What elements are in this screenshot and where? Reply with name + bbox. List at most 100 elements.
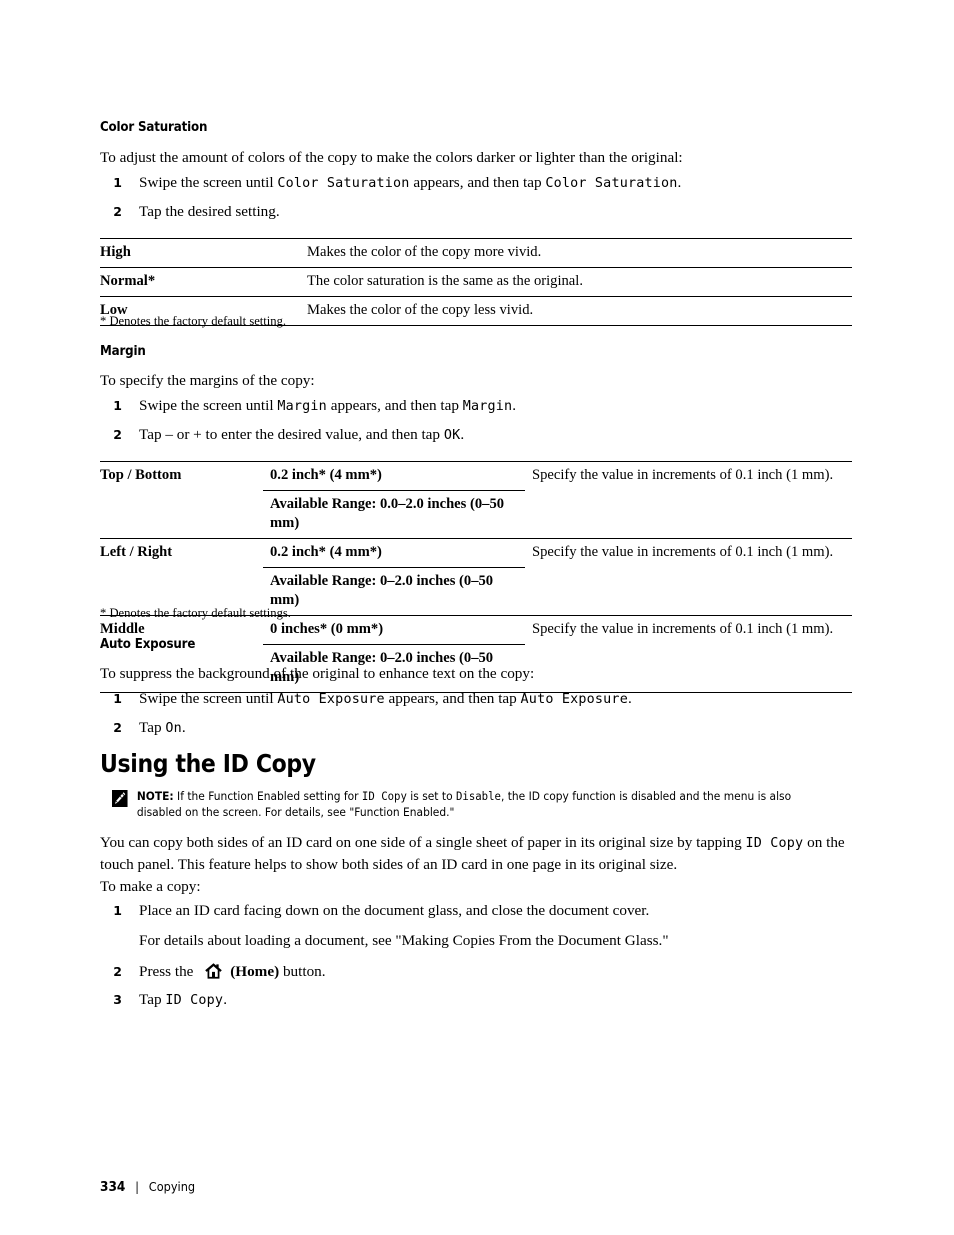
list-item: 2 Tap On. <box>100 717 852 739</box>
steps-color-saturation: 1 Swipe the screen until Color Saturatio… <box>100 172 852 222</box>
list-item: 1 Swipe the screen until Margin appears,… <box>100 395 852 417</box>
ui-label-margin: Margin <box>277 399 327 414</box>
ui-label-id-copy: ID Copy <box>745 836 804 851</box>
ui-label-ok: OK <box>443 427 461 443</box>
table-cell-description: Makes the color of the copy more vivid. <box>307 244 542 260</box>
footer-page-number: 334 <box>100 1179 126 1195</box>
step-text: Tap ID Copy. <box>122 989 852 1011</box>
step-number: 1 <box>113 903 122 918</box>
step-number: 2 <box>113 426 122 442</box>
steps-auto-exposure: 1 Swipe the screen until Auto Exposure a… <box>100 688 852 738</box>
step-number: 2 <box>113 964 122 980</box>
step-text-pre: Swipe the screen until <box>139 690 278 707</box>
step-text-pre: Tap <box>139 718 166 736</box>
ui-label-auto-exposure: Auto Exposure <box>277 692 385 707</box>
table-cell-label: High <box>100 244 131 260</box>
step-text-mid: appears, and then tap <box>326 397 463 414</box>
step-text: Swipe the screen until Auto Exposure app… <box>122 688 852 710</box>
step-text-post: . <box>627 690 632 707</box>
ui-label-id-copy: ID Copy <box>165 992 224 1008</box>
ui-label-margin-2: Margin <box>462 399 513 414</box>
ui-label-disable: Disable <box>455 789 501 803</box>
step-text-post: . <box>512 397 517 414</box>
list-item: 1 Place an ID card facing down on the do… <box>100 900 852 922</box>
note-text: NOTE: If the Function Enabled setting fo… <box>137 789 793 820</box>
paragraph-part-a: You can copy both sides of an ID card on… <box>100 834 746 851</box>
step-text: Swipe the screen until Color Saturation … <box>122 172 852 194</box>
paragraph-id-copy-description: You can copy both sides of an ID card on… <box>100 832 852 875</box>
paragraph-to-make-a-copy: To make a copy: <box>100 876 852 898</box>
table-cell-description: Specify the value in increments of 0.1 i… <box>525 537 852 616</box>
ui-label-id-copy: ID Copy <box>361 789 407 803</box>
table-row: High Makes the color of the copy more vi… <box>100 238 852 268</box>
list-item: 2 Tap – or + to enter the desired value,… <box>100 424 852 446</box>
section-auto-exposure: Auto Exposure <box>100 637 852 652</box>
table-cell-value: 0.2 inch* (4 mm*) <box>263 461 525 491</box>
step-text: Tap On. <box>122 717 852 739</box>
steps-margin: 1 Swipe the screen until Margin appears,… <box>100 395 852 445</box>
footer-chapter-title: Copying <box>148 1179 196 1194</box>
note-callout: NOTE: If the Function Enabled setting fo… <box>112 789 852 820</box>
step-sub-text: For details about loading a document, se… <box>139 931 669 949</box>
step-text-post: . <box>223 990 227 1008</box>
section-color-saturation: Color Saturation <box>100 120 852 135</box>
step-text-post: . <box>460 425 465 443</box>
table-cell-label: Top / Bottom <box>100 461 263 539</box>
ui-label-on: On <box>165 720 182 736</box>
step-text-post: . <box>181 718 186 736</box>
section-id-copy: Using the ID Copy <box>100 750 852 778</box>
list-item: 1 Swipe the screen until Auto Exposure a… <box>100 688 852 710</box>
table-cell-description: The color saturation is the same as the … <box>307 272 583 289</box>
table-cell-label: Normal* <box>100 272 156 289</box>
step-text-pre: Press the <box>139 963 198 981</box>
step-number: 2 <box>113 203 122 219</box>
step-text: Swipe the screen until Margin appears, a… <box>122 395 852 417</box>
step-text: Place an ID card facing down on the docu… <box>139 902 650 919</box>
step-text-pre: Swipe the screen until <box>139 397 278 414</box>
margin-settings-table: Top / Bottom 0.2 inch* (4 mm*) Specify t… <box>100 461 852 693</box>
note-text-1: If the Function Enabled setting for <box>173 789 362 803</box>
document-page: Color Saturation To adjust the amount of… <box>100 0 852 1235</box>
list-item: 3 Tap ID Copy. <box>100 989 852 1011</box>
list-item: 2 Tap the desired setting. <box>100 201 852 223</box>
footer-separator: | <box>135 1180 139 1194</box>
step-text-pre: Tap – or + to enter the desired value, a… <box>139 425 444 443</box>
step-number: 2 <box>113 719 122 735</box>
footnote-text: * Denotes the factory default settings. <box>100 606 291 620</box>
table-row: Left / Right 0.2 inch* (4 mm*) Specify t… <box>100 537 852 616</box>
footnote-margin: * Denotes the factory default settings. <box>100 605 852 621</box>
heading-auto-exposure: Auto Exposure <box>100 636 196 652</box>
note-pencil-icon <box>112 790 128 807</box>
ui-label-color-saturation-2: Color Saturation <box>545 176 678 191</box>
footnote-text: * Denotes the factory default setting. <box>100 314 287 328</box>
step-number: 1 <box>113 691 122 706</box>
note-label: NOTE: <box>136 789 174 803</box>
section-margin: Margin <box>100 344 852 359</box>
list-item: 1 Swipe the screen until Color Saturatio… <box>100 172 852 194</box>
paragraph-text: To specify the margins of the copy: <box>100 372 315 389</box>
step-text-mid: appears, and then tap <box>384 690 521 707</box>
footnote-color-saturation: * Denotes the factory default setting. <box>100 313 852 329</box>
table-cell-range: Available Range: 0.0–2.0 inches (0–50 mm… <box>270 495 505 531</box>
paragraph-text: To suppress the background of the origin… <box>100 665 535 682</box>
intro-margin: To specify the margins of the copy: <box>100 370 852 392</box>
table-cell-label: Left / Right <box>100 537 263 616</box>
paragraph-text: To adjust the amount of colors of the co… <box>100 149 683 166</box>
step-text-post: button. <box>279 963 326 981</box>
heading-margin: Margin <box>100 343 146 359</box>
intro-color-saturation: To adjust the amount of colors of the co… <box>100 147 852 169</box>
steps-id-copy: 1 Place an ID card facing down on the do… <box>100 900 852 1010</box>
note-text-2: is set to <box>406 789 456 803</box>
step-number: 3 <box>113 991 122 1007</box>
heading-color-saturation: Color Saturation <box>100 119 208 135</box>
step-number: 1 <box>113 175 122 190</box>
step-text-pre: Tap <box>139 990 166 1008</box>
home-icon <box>204 962 223 980</box>
paragraph-text: You can copy both sides of an ID card on… <box>100 832 852 875</box>
button-label-home: (Home) <box>230 963 280 981</box>
table-cell-description: Specify the value in increments of 0.1 i… <box>525 461 852 539</box>
step-text-post: . <box>677 174 682 191</box>
ui-label-auto-exposure-2: Auto Exposure <box>520 692 628 707</box>
step-text: Tap – or + to enter the desired value, a… <box>122 424 852 446</box>
list-item: 2 Press the (Home) button. <box>100 961 852 983</box>
